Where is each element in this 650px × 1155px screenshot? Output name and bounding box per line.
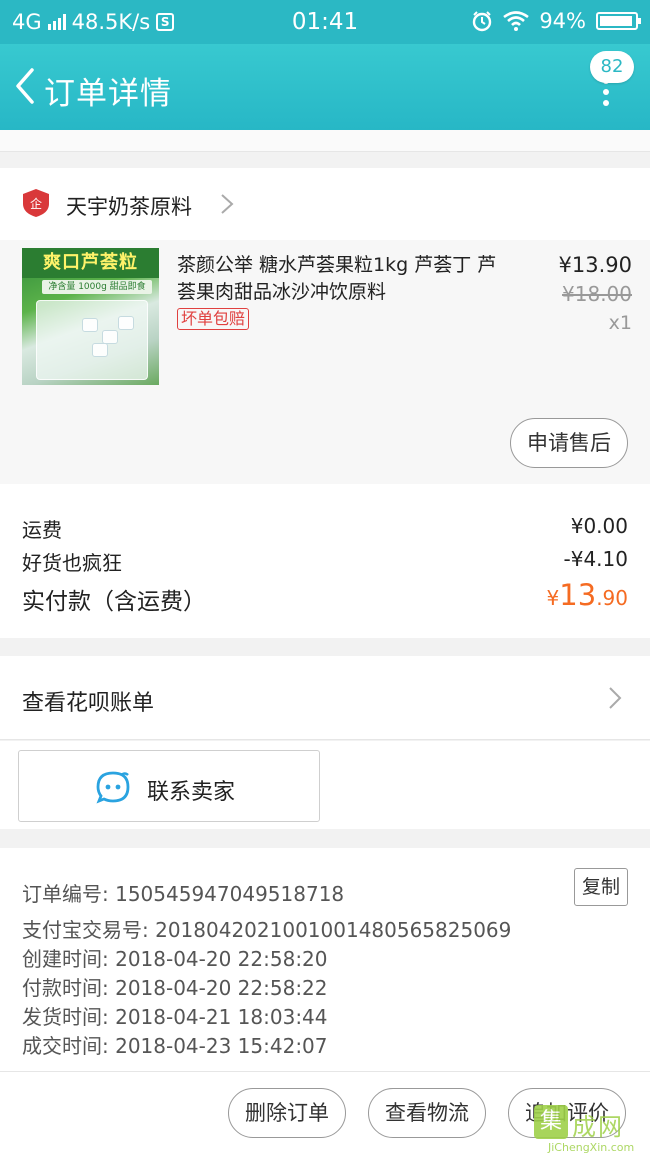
chevron-right-icon [609, 687, 622, 709]
discount-label: 好货也疯狂 [22, 551, 122, 575]
discount-row: 好货也疯狂 -¥4.10 [22, 547, 628, 577]
shipped-time: 发货时间: 2018-04-21 18:03:44 [22, 1005, 328, 1029]
product-tag: 坏单包赔 [177, 308, 250, 330]
product-image-sub: 净含量 1000g 甜品即食 [42, 280, 152, 294]
nav-bar: 订单详情 [0, 44, 650, 130]
fee-summary: 运费 ¥0.00 好货也疯狂 -¥4.10 实付款（含运费） ¥13.90 [0, 484, 650, 638]
store-name: 天宇奶茶原料 [66, 195, 192, 219]
page-title: 订单详情 [44, 76, 172, 112]
total-currency: ¥ [546, 586, 560, 610]
product-image-banner: 爽口芦荟粒 [22, 248, 159, 278]
view-logistics-button[interactable]: 查看物流 [368, 1088, 486, 1138]
product-price: ¥13.90 [558, 253, 632, 277]
watermark-sub: JiChengXin.com [548, 1141, 635, 1154]
copy-button[interactable]: 复制 [574, 868, 628, 906]
watermark: 集 成网 JiChengXin.com [534, 1105, 650, 1155]
order-info: 订单编号: 150545947049518718 复制 支付宝交易号: 2018… [0, 848, 650, 1072]
product-card[interactable]: 爽口芦荟粒 净含量 1000g 甜品即食 茶颜公举 糖水芦荟果粒1kg 芦荟丁 … [0, 240, 650, 484]
total-row: 实付款（含运费） ¥13.90 [22, 578, 628, 622]
product-original-price: ¥18.00 [562, 282, 632, 306]
back-icon[interactable] [10, 66, 40, 106]
after-sale-button[interactable]: 申请售后 [510, 418, 628, 468]
battery-fill [600, 16, 632, 26]
product-cube [92, 343, 108, 357]
shipping-label: 运费 [22, 518, 62, 542]
chevron-right-icon [221, 194, 234, 214]
store-logo-icon: 企 [23, 189, 49, 217]
contact-seller-label: 联系卖家 [147, 780, 236, 805]
message-count-badge[interactable]: 82 [590, 51, 634, 83]
discount-value: -¥4.10 [563, 547, 628, 571]
store-logo-text: 企 [30, 196, 42, 211]
total-amount: ¥13.90 [547, 578, 628, 612]
shipping-row: 运费 ¥0.00 [22, 514, 628, 544]
contact-area: 联系卖家 [0, 741, 650, 829]
product-cube [102, 330, 118, 344]
divider-strip [0, 130, 650, 152]
huabei-label: 查看花呗账单 [22, 691, 155, 716]
battery-percent: 94% [539, 9, 586, 33]
order-number: 订单编号: 150545947049518718 [22, 882, 345, 906]
watermark-logo: 集 [534, 1105, 568, 1139]
product-quantity: x1 [608, 312, 632, 334]
total-decimal: .90 [596, 586, 628, 610]
status-right: 94% [471, 9, 641, 33]
status-bar: 4G 48.5K/s S 01:41 94% [0, 0, 650, 44]
wifi-icon [503, 11, 530, 31]
more-icon[interactable] [598, 78, 614, 114]
shipping-value: ¥0.00 [570, 514, 628, 538]
completed-time: 成交时间: 2018-04-23 15:42:07 [22, 1034, 328, 1058]
alipay-trade-number: 支付宝交易号: 2018042021001001480565825069 [22, 918, 512, 942]
huabei-bill-row[interactable]: 查看花呗账单 [0, 656, 650, 740]
alarm-icon [473, 11, 492, 32]
delete-order-button[interactable]: 删除订单 [228, 1088, 346, 1138]
product-cube [118, 316, 134, 330]
watermark-text: 成网 [572, 1113, 624, 1141]
contact-seller-button[interactable]: 联系卖家 [18, 750, 320, 822]
store-row[interactable]: 企 天宇奶茶原料 [0, 168, 650, 240]
product-bag [36, 300, 148, 380]
product-image[interactable]: 爽口芦荟粒 净含量 1000g 甜品即食 [22, 248, 159, 385]
chat-icon [96, 771, 130, 804]
total-integer: 13 [559, 578, 597, 612]
total-label: 实付款（含运费） [22, 589, 206, 615]
battery-icon [596, 12, 641, 30]
paid-time: 付款时间: 2018-04-20 22:58:22 [22, 976, 328, 1000]
created-time: 创建时间: 2018-04-20 22:58:20 [22, 947, 328, 971]
product-cube [82, 318, 98, 332]
product-title: 茶颜公举 糖水芦荟果粒1kg 芦荟丁 芦荟果肉甜品冰沙冲饮原料 [177, 254, 497, 303]
